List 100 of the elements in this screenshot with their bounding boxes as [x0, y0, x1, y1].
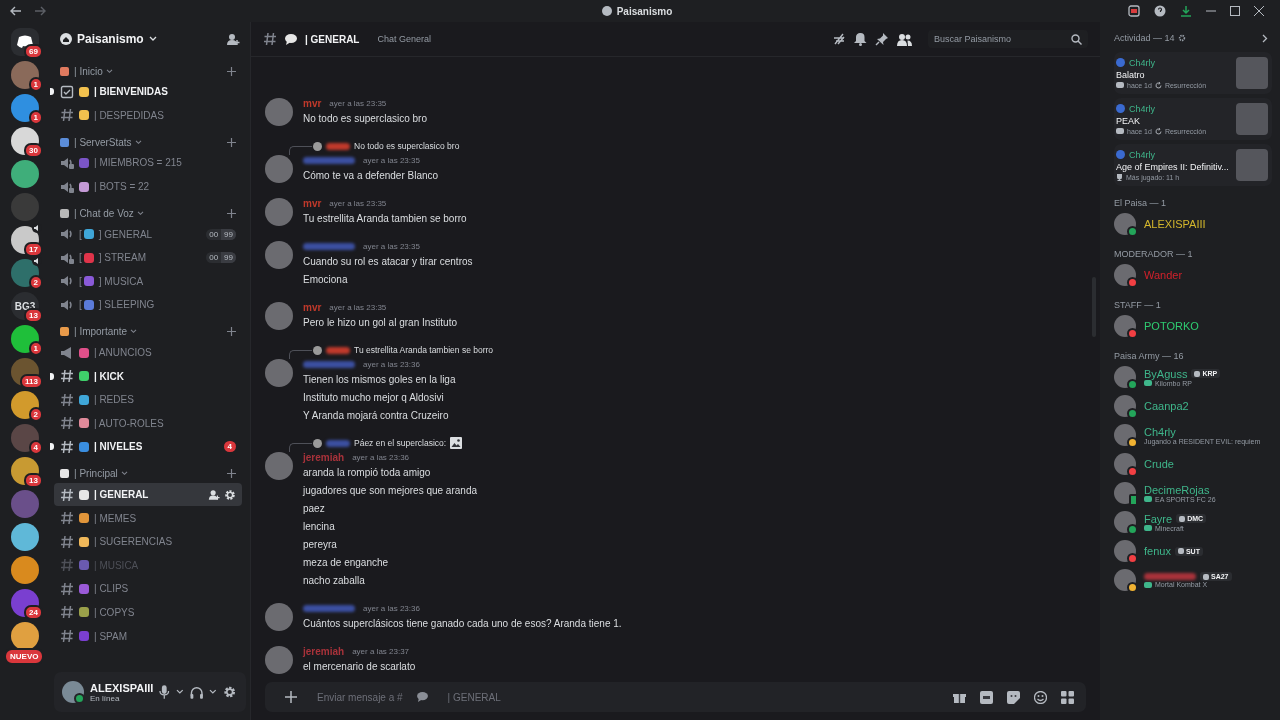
back-arrow-icon[interactable]	[10, 6, 22, 16]
reply-preview[interactable]: Páez en el superclasico:	[354, 438, 447, 448]
category-header[interactable]: | Chat de Voz	[60, 207, 144, 219]
server-icon[interactable]	[11, 391, 39, 419]
inbox-icon[interactable]	[1128, 5, 1140, 17]
channel-item[interactable]: | DESPEDIDAS	[54, 103, 242, 128]
invite-icon[interactable]	[208, 488, 220, 501]
add-channel-icon[interactable]	[227, 469, 236, 479]
pin-icon[interactable]	[875, 32, 889, 46]
avatar-photo[interactable]	[265, 603, 293, 631]
avatar-photo[interactable]	[265, 646, 293, 674]
channel-item[interactable]: | SUGERENCIAS	[54, 529, 242, 554]
emoji-icon[interactable]	[1034, 690, 1047, 704]
add-channel-icon[interactable]	[227, 66, 236, 76]
avatar-photo[interactable]	[265, 198, 293, 226]
role-heading: El Paisa — 1	[1114, 198, 1168, 208]
category-header[interactable]: | Importante	[60, 326, 138, 338]
gif-icon[interactable]	[980, 690, 993, 704]
unread-count-badge: 24	[24, 605, 43, 620]
reply-preview[interactable]: No todo es superclasico bro	[354, 141, 460, 151]
server-icon[interactable]	[11, 160, 39, 188]
avatar-photo[interactable]	[265, 452, 293, 480]
download-icon[interactable]	[1180, 5, 1192, 17]
channel-item[interactable]: | GENERAL	[54, 482, 242, 507]
unread-count-badge: 13	[24, 473, 43, 488]
channel-item[interactable]: [ ] GENERAL 00 99	[54, 222, 242, 246]
maximize-icon[interactable]	[1230, 6, 1240, 16]
user-avatar[interactable]	[62, 681, 84, 703]
author-name[interactable]: mvr	[303, 197, 322, 209]
channel-item[interactable]: [ ] MUSICA	[54, 269, 242, 294]
server-icon[interactable]	[11, 325, 39, 353]
avatar-photo[interactable]	[265, 302, 293, 330]
hashtag-icon	[60, 605, 74, 620]
add-icon[interactable]	[285, 691, 297, 703]
category-header[interactable]: | Inicio	[60, 65, 113, 77]
microphone-icon[interactable]	[159, 685, 170, 699]
member-item[interactable]: Wander	[1114, 263, 1272, 287]
channel-item[interactable]: | SPAM	[54, 624, 242, 648]
chevron-right-icon[interactable]	[1262, 33, 1268, 43]
channel-item[interactable]: | REDES	[54, 387, 242, 412]
channel-item[interactable]: | MIEMBROS = 215	[54, 151, 242, 175]
channel-item[interactable]: [ ] SLEEPING	[54, 293, 242, 317]
sticker-icon[interactable]	[1007, 690, 1020, 704]
channel-item[interactable]: | MEMES	[54, 506, 242, 530]
add-channel-icon[interactable]	[227, 137, 236, 147]
server-icon[interactable]	[11, 556, 39, 584]
reply-preview[interactable]: Tu estrellita Aranda tambien se borro	[354, 345, 494, 355]
member-item[interactable]: ALEXISPAIII	[1114, 212, 1272, 236]
message-text: Y Aranda mojará contra Cruzeiro	[303, 409, 450, 423]
settings-icon[interactable]	[222, 685, 236, 699]
members-icon[interactable]	[897, 32, 912, 46]
unread-count-badge: 30	[24, 143, 43, 158]
avatar-photo[interactable]	[265, 155, 293, 183]
help-icon[interactable]	[1154, 5, 1166, 17]
add-channel-icon[interactable]	[227, 208, 236, 218]
avatar-photo[interactable]	[265, 359, 293, 387]
member-name: Ch4rly	[1144, 425, 1176, 438]
avatar-photo[interactable]	[265, 98, 293, 126]
forward-arrow-icon[interactable]	[34, 6, 46, 16]
threads-icon[interactable]	[832, 32, 846, 46]
message-text: pereyra	[303, 538, 338, 552]
server-icon[interactable]	[11, 622, 39, 650]
message-field[interactable]: Enviar mensaje a # | GENERAL	[265, 682, 1086, 712]
member-item[interactable]: Crude	[1114, 452, 1272, 476]
server-name-button[interactable]: Paisanismo	[60, 32, 157, 46]
hashtag-icon	[60, 439, 74, 454]
category-header[interactable]: | ServerStats	[60, 136, 142, 148]
channel-item[interactable]: [ ] STREAM 00 99	[54, 245, 242, 270]
hashtag-icon	[60, 581, 74, 596]
caret-icon[interactable]	[175, 689, 184, 695]
server-icon[interactable]	[11, 523, 39, 551]
avatar-photo	[313, 345, 322, 355]
close-icon[interactable]	[1254, 6, 1264, 16]
message-text: Cuántos superclásicos tiene ganado cada uno de esos? Aranda tiene 1.	[303, 617, 622, 631]
invite-people-icon[interactable]	[226, 32, 240, 46]
add-channel-icon[interactable]	[227, 327, 236, 337]
channel-item[interactable]: | BOTS = 22	[54, 174, 242, 199]
channel-item[interactable]: | ANUNCIOS	[54, 340, 242, 365]
headphones-icon[interactable]	[189, 685, 203, 699]
caret-icon[interactable]	[208, 689, 217, 695]
channel-item[interactable]: | CLIPS	[54, 577, 242, 601]
channel-item[interactable]: | COPYS	[54, 600, 242, 625]
role-heading: STAFF — 1	[1114, 300, 1162, 310]
house-icon	[60, 33, 72, 45]
category-header[interactable]: | Principal	[60, 468, 128, 480]
channel-item[interactable]: | AUTO-ROLES	[54, 411, 242, 436]
message-text: No todo es superclasico bro	[303, 112, 427, 126]
settings-icon[interactable]	[1177, 34, 1186, 42]
channel-topic: Chat General	[377, 34, 431, 44]
speech-bubble-icon	[416, 692, 428, 702]
server-icon[interactable]	[11, 259, 39, 287]
bell-icon[interactable]	[854, 32, 867, 46]
avatar-photo[interactable]	[265, 241, 293, 269]
apps-icon[interactable]	[1061, 690, 1074, 704]
author-name[interactable]: mvr	[303, 301, 322, 313]
search-field[interactable]: Buscar Paisanismo	[928, 30, 1088, 48]
member-item[interactable]: Caanpa2	[1114, 394, 1272, 418]
search-input[interactable]: Buscar Paisanismo	[932, 33, 1071, 45]
author-name[interactable]: mvr	[303, 97, 322, 109]
member-item[interactable]: POTORKO	[1114, 314, 1272, 338]
